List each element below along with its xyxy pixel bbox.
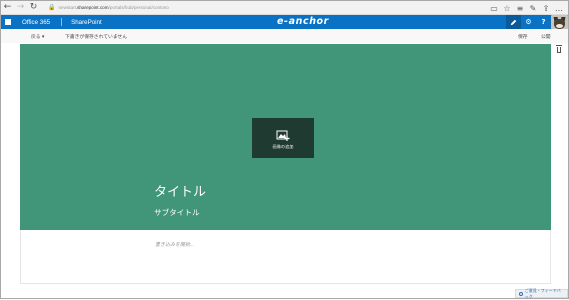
office365-link[interactable]: Office 365 <box>22 19 50 26</box>
notes-icon[interactable]: ✎ <box>528 2 538 15</box>
add-image-label: 画像の追加 <box>272 144 294 149</box>
publish-button[interactable]: 公開 <box>541 33 551 40</box>
page-title[interactable]: タイトル <box>154 181 206 200</box>
browser-toolbar: ← → ↻ 🔒 newstart.sharepoint.com/portals/… <box>1 1 568 15</box>
feedback-icon <box>519 291 523 296</box>
add-image-icon <box>276 130 290 141</box>
forward-arrow-icon[interactable]: → <box>14 1 27 14</box>
text-webpart[interactable]: 書き込みを開始... <box>20 230 551 284</box>
feedback-button[interactable]: ご意見・フィードバック <box>515 287 568 299</box>
more-icon[interactable]: … <box>554 2 564 15</box>
feedback-label: ご意見・フィードバック <box>524 287 561 299</box>
save-button[interactable]: 保存 <box>518 33 528 40</box>
back-button[interactable]: 戻る ▾ <box>31 33 44 40</box>
draft-status: 下書きが保存されていません <box>65 35 128 40</box>
suite-bar: Office 365 SharePoint e-anchor ⚙ ? <box>1 15 568 32</box>
address-bar[interactable]: 🔒 newstart.sharepoint.com/portals/hub/pe… <box>48 3 408 13</box>
page-subtitle[interactable]: サブタイトル <box>154 207 200 218</box>
help-icon[interactable]: ? <box>536 15 551 29</box>
address-url: newstart.sharepoint.com/portals/hub/pers… <box>58 5 169 10</box>
body-placeholder: 書き込みを開始... <box>155 242 195 248</box>
suite-actions: ⚙ ? <box>506 15 568 32</box>
edit-icon[interactable] <box>506 15 521 29</box>
refresh-icon[interactable]: ↻ <box>27 1 40 14</box>
brand-logo: e-anchor <box>277 16 329 27</box>
browser-window: ← → ↻ 🔒 newstart.sharepoint.com/portals/… <box>0 0 569 299</box>
suite-divider <box>61 18 63 26</box>
trash-icon[interactable] <box>556 45 562 53</box>
command-bar: 戻る ▾ 下書きが保存されていません 保存 公開 <box>1 29 568 43</box>
favorite-star-icon[interactable]: ☆ <box>502 2 512 15</box>
reading-view-icon[interactable]: ▭ <box>489 2 499 15</box>
lock-icon: 🔒 <box>48 4 56 11</box>
gear-icon[interactable]: ⚙ <box>521 15 536 29</box>
add-image-button[interactable]: 画像の追加 <box>252 118 314 158</box>
title-region: 画像の追加 タイトル サブタイトル <box>20 44 551 230</box>
back-arrow-icon[interactable]: ← <box>1 1 14 14</box>
sharepoint-link[interactable]: SharePoint <box>71 19 102 26</box>
browser-actions: ▭ ☆ ≡ ✎ ⇪ … <box>489 1 564 15</box>
hub-icon[interactable]: ≡ <box>515 2 525 15</box>
share-icon[interactable]: ⇪ <box>541 2 551 15</box>
waffle-icon[interactable] <box>1 15 15 29</box>
